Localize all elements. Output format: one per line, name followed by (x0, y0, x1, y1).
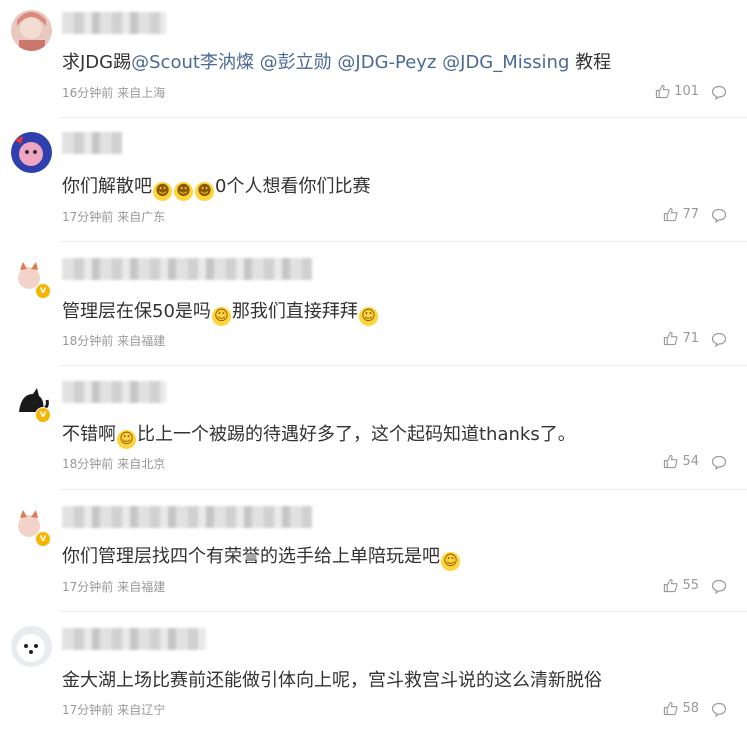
avatar[interactable] (11, 10, 52, 51)
verified-badge-icon: v (35, 283, 51, 299)
comment-location: 来自上海 (117, 86, 166, 100)
comment-meta: 18分钟前 来自福建 (62, 332, 165, 349)
reply-button[interactable] (711, 455, 727, 470)
hug-emoji-icon: ☺ (441, 552, 460, 571)
comment-time: 17分钟前 (62, 210, 114, 224)
reply-button[interactable] (711, 702, 727, 717)
laughing-emoji-icon: ☻ (174, 182, 193, 201)
comment-bubble-icon (711, 702, 727, 717)
like-count: 71 (682, 331, 699, 346)
comment-location: 来自北京 (117, 457, 166, 471)
comment-time: 16分钟前 (62, 86, 114, 100)
hug-emoji-icon: ☺ (211, 307, 231, 326)
username-blurred[interactable] (62, 258, 312, 280)
comment-item: v 管理层在保50是吗 ☺ 那我们直接拜拜 ☺ 18分钟前 来自福建 71 (0, 242, 747, 366)
username-blurred[interactable] (62, 506, 312, 528)
comment-item: v 不错啊 ☺ 比上一个被踢的待遇好多了，这个起码知道thanks了。 18分钟前来… (0, 366, 747, 490)
comment-actions: 77 (547, 207, 747, 227)
avatar[interactable] (11, 626, 52, 667)
like-count: 55 (682, 578, 699, 593)
like-button[interactable]: 71 (663, 331, 699, 346)
username-blurred[interactable] (62, 12, 166, 34)
smirk-emoji-icon: ☺ (117, 430, 136, 449)
comment-text: 金大湖上场比赛前还能做引体向上呢，宫斗救宫斗说的这么清新脱俗 (62, 670, 602, 691)
comment-actions: 101 (547, 84, 747, 104)
reply-button[interactable] (711, 85, 727, 100)
comment-location: 来自福建 (117, 580, 166, 594)
like-count: 101 (674, 84, 699, 99)
mention-link[interactable]: @彭立勋 (260, 52, 332, 73)
username-blurred[interactable] (62, 628, 206, 650)
comment-bubble-icon (711, 332, 727, 347)
comment-text: 管理层在保50是吗 ☺ 那我们直接拜拜 ☺ (62, 297, 379, 326)
comment-meta: 17分钟前 来自辽宁 (62, 701, 165, 718)
comment-item: 你们解散吧 ☻ ☻ ☻ 0个人想看你们比赛 17分钟前 来自广东 77 (0, 118, 747, 242)
comment-time: 18分钟前 (62, 334, 114, 348)
username-blurred[interactable] (62, 381, 166, 403)
thumbs-up-icon (664, 578, 678, 593)
laughing-emoji-icon: ☻ (195, 182, 214, 201)
thumbs-up-icon (656, 84, 670, 99)
comment-text: 你们管理层找四个有荣誉的选手给上单陪玩是吧 ☺ (62, 542, 461, 571)
comment-meta: 18分钟前 来自北京 (62, 455, 165, 472)
mention-link[interactable]: @Scout李汭燦 (131, 52, 254, 73)
reply-button[interactable] (711, 579, 727, 594)
mention-link[interactable]: @JDG-Peyz (337, 52, 436, 73)
comment-text: 求JDG踢@Scout李汭燦 @彭立勋 @JDG-Peyz @JDG_Missi… (62, 52, 612, 73)
comment-bubble-icon (711, 455, 727, 470)
verified-badge-icon: v (35, 531, 51, 547)
thumbs-up-icon (664, 701, 678, 716)
reply-button[interactable] (711, 208, 727, 223)
comment-meta: 17分钟前 来自福建 (62, 578, 165, 595)
reply-button[interactable] (711, 332, 727, 347)
username-blurred[interactable] (62, 132, 122, 154)
hug-emoji-icon: ☺ (358, 307, 378, 326)
comment-list: 求JDG踢@Scout李汭燦 @彭立勋 @JDG-Peyz @JDG_Missi… (0, 0, 747, 735)
comment-time: 17分钟前 (62, 703, 114, 717)
comment-location: 来自福建 (117, 334, 166, 348)
like-button[interactable]: 101 (655, 84, 699, 99)
comment-time: 17分钟前 (62, 580, 114, 594)
like-count: 77 (682, 207, 699, 222)
comment-actions: 54 (547, 454, 747, 474)
comment-item: v 你们管理层找四个有荣誉的选手给上单陪玩是吧 ☺ 17分钟前 来自福建 55 (0, 490, 747, 612)
thumbs-up-icon (664, 331, 678, 346)
like-button[interactable]: 58 (663, 701, 699, 716)
verified-badge-icon: v (35, 407, 51, 423)
comment-bubble-icon (711, 579, 727, 594)
comment-actions: 71 (547, 331, 747, 351)
comment-actions: 55 (547, 578, 747, 598)
comment-location: 来自辽宁 (117, 703, 166, 717)
mention-link[interactable]: @JDG_Missing (442, 52, 569, 73)
like-count: 54 (682, 454, 699, 469)
comment-actions: 58 (547, 701, 747, 721)
like-button[interactable]: 77 (663, 207, 699, 222)
comment-text: 不错啊 ☺ 比上一个被踢的待遇好多了，这个起码知道thanks了。 (62, 424, 576, 449)
comment-bubble-icon (711, 85, 727, 100)
comment-time: 18分钟前 (62, 457, 114, 471)
comment-item: 金大湖上场比赛前还能做引体向上呢，宫斗救宫斗说的这么清新脱俗 17分钟前 来自辽宁… (0, 612, 747, 735)
comment-meta: 16分钟前 来自上海 (62, 84, 165, 101)
thumbs-up-icon (664, 207, 678, 222)
comment-text: 你们解散吧 ☻ ☻ ☻ 0个人想看你们比赛 (62, 176, 371, 201)
like-count: 58 (682, 701, 699, 716)
comment-meta: 17分钟前 来自广东 (62, 208, 165, 225)
like-button[interactable]: 55 (663, 578, 699, 593)
comment-bubble-icon (711, 208, 727, 223)
like-button[interactable]: 54 (663, 454, 699, 469)
comment-location: 来自广东 (117, 210, 166, 224)
comment-item: 求JDG踢@Scout李汭燦 @彭立勋 @JDG-Peyz @JDG_Missi… (0, 0, 747, 118)
thumbs-up-icon (664, 454, 678, 469)
avatar[interactable] (11, 132, 52, 173)
laughing-emoji-icon: ☻ (153, 182, 172, 201)
